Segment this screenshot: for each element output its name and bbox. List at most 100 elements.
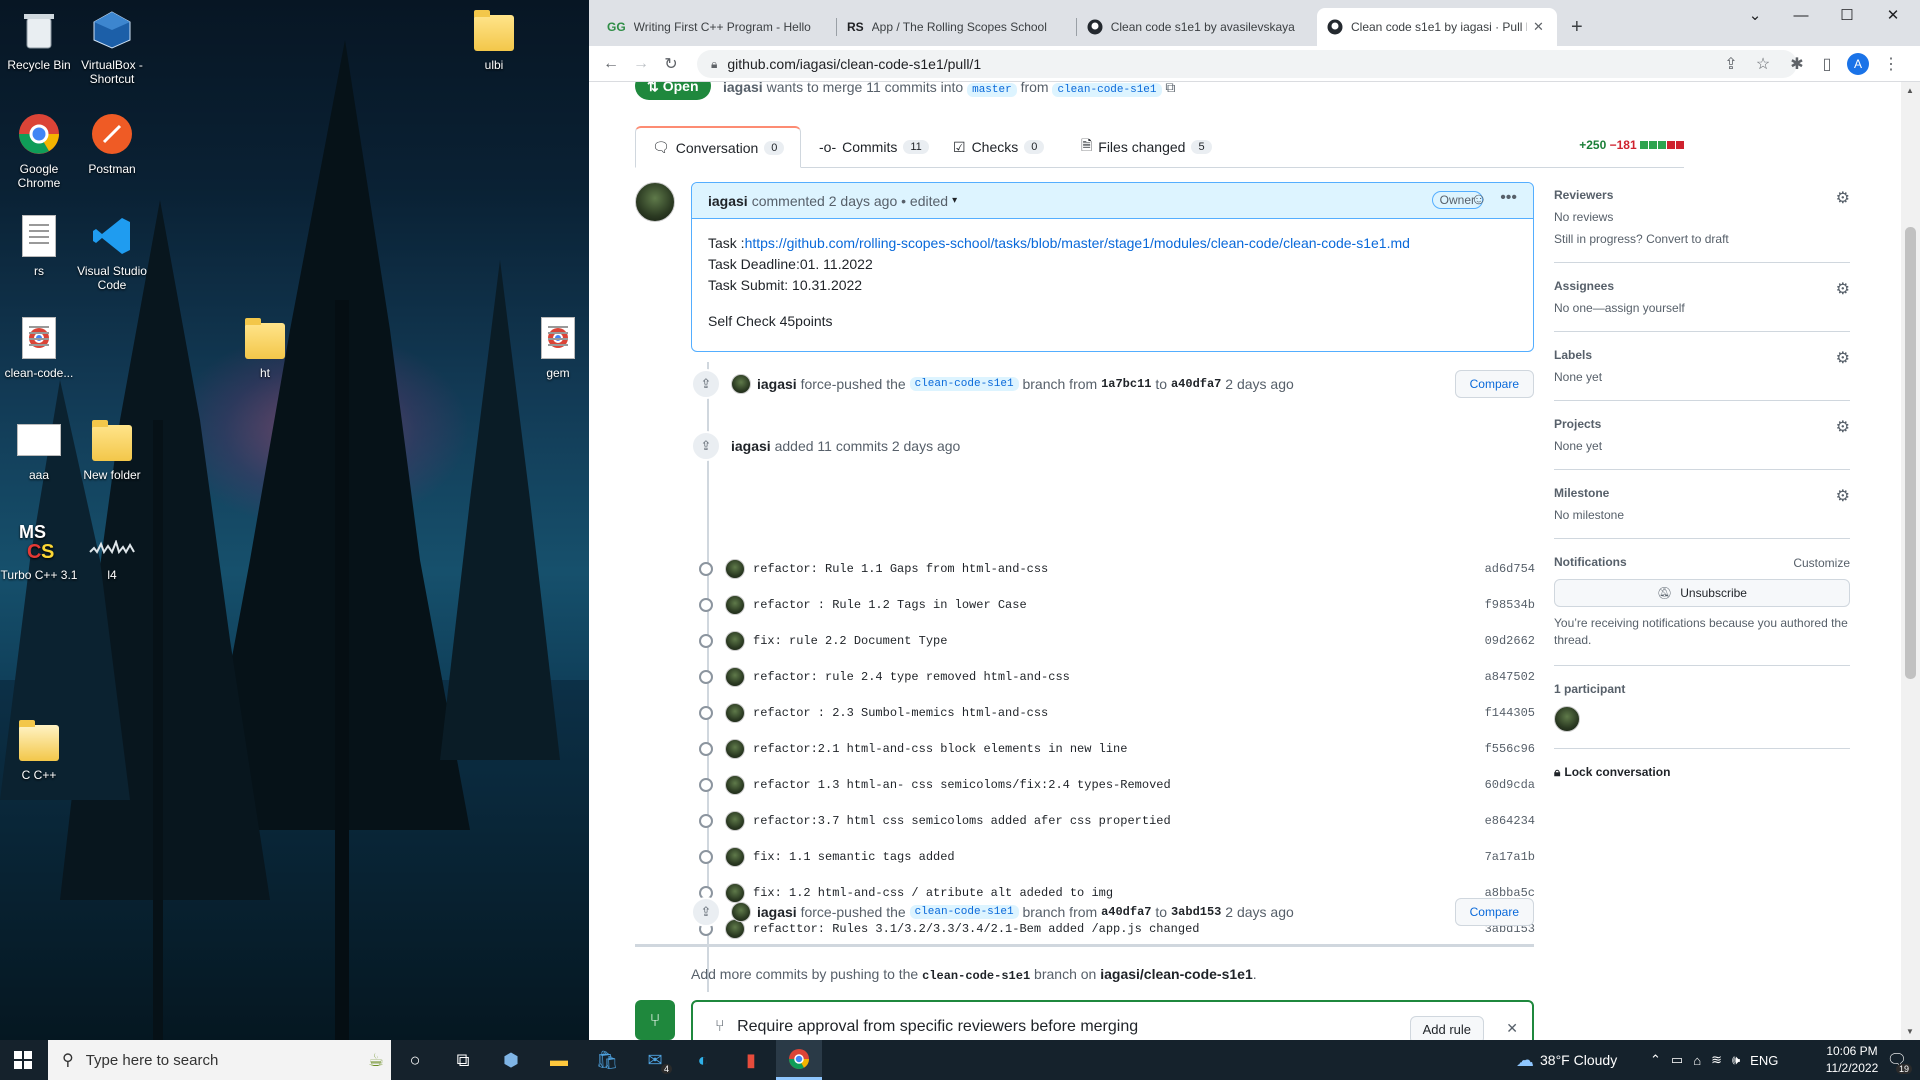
commit-message[interactable]: fix: 1.1 semantic tags added (753, 850, 955, 864)
commit-sha[interactable]: f144305 (1485, 706, 1535, 720)
taskbar-app-chrome[interactable] (776, 1040, 822, 1080)
forward-button[interactable]: → (629, 52, 653, 76)
gear-icon[interactable]: ⚙ (1836, 486, 1850, 506)
assignees-value[interactable]: No one—assign yourself (1554, 301, 1850, 315)
commit-message[interactable]: refactor:3.7 html css semicoloms added a… (753, 814, 1171, 828)
commit-sha[interactable]: 60d9cda (1485, 778, 1535, 792)
browser-tab[interactable]: GG Writing First C++ Program - Hello (597, 8, 837, 46)
reload-button[interactable]: ↻ (659, 52, 683, 76)
commit-message[interactable]: refactor:2.1 html-and-css block elements… (753, 742, 1127, 756)
compare-button[interactable]: Compare (1454, 898, 1534, 926)
branch-label[interactable]: clean-code-s1e1 (909, 377, 1019, 391)
taskbar-app-file-explorer[interactable]: ▬ (536, 1040, 582, 1080)
comment-meta[interactable]: commented 2 days ago • edited (752, 193, 948, 209)
tab-checks[interactable]: ☑︎ Checks 0 (953, 126, 1045, 168)
commit-sha-link[interactable]: a40dfa7 (1171, 377, 1221, 391)
avatar[interactable] (731, 902, 751, 922)
commit-sha[interactable]: ad6d754 (1485, 562, 1535, 576)
language-indicator[interactable]: ENG (1750, 1053, 1778, 1068)
new-tab-button[interactable]: + (1561, 8, 1601, 46)
network-icon[interactable]: ⌂ (1693, 1053, 1701, 1068)
close-icon[interactable]: ✕ (1506, 1020, 1518, 1037)
desktop-icon-rs[interactable]: rs (0, 212, 78, 278)
desktop-icon-clean-code[interactable]: clean-code... (0, 314, 78, 380)
start-button[interactable] (0, 1040, 46, 1080)
desktop-icon-l4[interactable]: l4 (73, 530, 151, 582)
bookmark-button[interactable]: ☆ (1751, 52, 1775, 76)
desktop-icon-vscode[interactable]: Visual Studio Code (73, 212, 151, 292)
section-title[interactable]: Milestone (1554, 486, 1850, 500)
comment-author[interactable]: iagasi (708, 193, 748, 209)
commit-sha[interactable]: a847502 (1485, 670, 1535, 684)
commit-sha-link[interactable]: a40dfa7 (1101, 905, 1151, 919)
compare-button[interactable]: Compare (1454, 370, 1534, 398)
branch-label[interactable]: clean-code-s1e1 (909, 905, 1019, 919)
avatar[interactable] (725, 595, 745, 615)
commit-message[interactable]: fix: rule 2.2 Document Type (753, 634, 947, 648)
tab-conversation[interactable]: 🗨︎ Conversation 0 (635, 126, 802, 168)
commit-message[interactable]: refactor: Rule 1.1 Gaps from html-and-cs… (753, 562, 1048, 576)
avatar[interactable] (725, 811, 745, 831)
event-author[interactable]: iagasi (757, 376, 797, 392)
volume-icon[interactable]: 🕪︎ (1732, 1052, 1740, 1068)
back-button[interactable]: ← (599, 52, 623, 76)
commit-sha[interactable]: f98534b (1485, 598, 1535, 612)
section-title[interactable]: Reviewers (1554, 188, 1850, 202)
address-bar[interactable]: 🔒︎ github.com/iagasi/clean-code-s1e1/pul… (697, 50, 1797, 78)
avatar[interactable] (725, 559, 745, 579)
avatar[interactable] (635, 182, 675, 222)
browser-tab-active[interactable]: Clean code s1e1 by iagasi · Pull R ✕ (1317, 8, 1557, 46)
base-branch[interactable]: master (967, 83, 1017, 97)
desktop-icon-aaa[interactable]: aaa (0, 416, 78, 482)
extensions-button[interactable]: ✱ (1785, 52, 1809, 76)
add-rule-button[interactable]: Add rule (1409, 1016, 1484, 1040)
commit-sha[interactable]: f556c96 (1485, 742, 1535, 756)
scrollbar-thumb[interactable] (1905, 227, 1916, 679)
tab-commits[interactable]: -o- Commits 11 (819, 126, 929, 168)
browser-menu-button[interactable]: ⋮ (1879, 52, 1903, 76)
repo-link[interactable]: iagasi/clean-code-s1e1 (1100, 966, 1253, 982)
commit-sha-link[interactable]: 1a7bc11 (1101, 377, 1151, 391)
commit-sha[interactable]: e864234 (1485, 814, 1535, 828)
avatar[interactable] (725, 631, 745, 651)
gear-icon[interactable]: ⚙ (1836, 279, 1850, 299)
close-tab-icon[interactable]: ✕ (1533, 19, 1544, 35)
avatar[interactable] (725, 739, 745, 759)
taskbar-app-mail[interactable]: ✉ 4 (632, 1040, 678, 1080)
taskbar-search-box[interactable]: ⚲ Type here to search ☕︎ (48, 1040, 391, 1080)
smiley-icon[interactable]: ☺ (1471, 191, 1487, 209)
taskbar-app-edge[interactable]: ◐ (680, 1040, 726, 1080)
section-title[interactable]: Assignees (1554, 279, 1850, 293)
copy-icon[interactable]: ⧉ (1165, 82, 1175, 95)
avatar[interactable] (725, 703, 745, 723)
desktop-icon-new-folder[interactable]: New folder (73, 416, 151, 482)
taskbar-app-virtualbox[interactable]: ⬢ (488, 1040, 534, 1080)
task-view-button[interactable]: ⧉ (440, 1040, 486, 1080)
caret-down-icon[interactable]: ▾ (952, 195, 957, 206)
avatar[interactable] (725, 775, 745, 795)
commit-sha-link[interactable]: 3abd153 (1171, 905, 1221, 919)
commit-sha[interactable]: 7a17a1b (1485, 850, 1535, 864)
page-scrollbar[interactable]: ▲ ▼ (1901, 82, 1920, 1040)
wifi-icon[interactable]: ≋ (1711, 1052, 1722, 1068)
browser-tab[interactable]: RS App / The Rolling Scopes School (837, 8, 1077, 46)
scroll-down-icon[interactable]: ▼ (1906, 1027, 1914, 1036)
tab-search-button[interactable]: ⌄ (1732, 0, 1778, 30)
profile-avatar[interactable]: A (1847, 53, 1869, 75)
pr-author[interactable]: iagasi (723, 82, 763, 95)
section-title[interactable]: Labels (1554, 348, 1850, 362)
minimize-button[interactable]: — (1778, 0, 1824, 30)
desktop-icon-c-cpp[interactable]: C C++ (0, 716, 78, 782)
scroll-up-icon[interactable]: ▲ (1906, 86, 1914, 95)
gear-icon[interactable]: ⚙ (1836, 417, 1850, 437)
desktop-icon-google-chrome[interactable]: Google Chrome (0, 110, 78, 190)
customize-link[interactable]: Customize (1793, 556, 1850, 570)
unsubscribe-button[interactable]: 🔕︎ Unsubscribe (1554, 579, 1850, 607)
taskbar-app-office[interactable]: ▮ (728, 1040, 774, 1080)
desktop-icon-gem[interactable]: gem (530, 314, 586, 380)
desktop-icon-recycle-bin[interactable]: Recycle Bin (0, 6, 78, 72)
gear-icon[interactable]: ⚙ (1836, 348, 1850, 368)
side-panel-button[interactable]: ▯ (1815, 52, 1839, 76)
battery-icon[interactable]: ▭ (1671, 1052, 1683, 1068)
avatar[interactable] (725, 847, 745, 867)
